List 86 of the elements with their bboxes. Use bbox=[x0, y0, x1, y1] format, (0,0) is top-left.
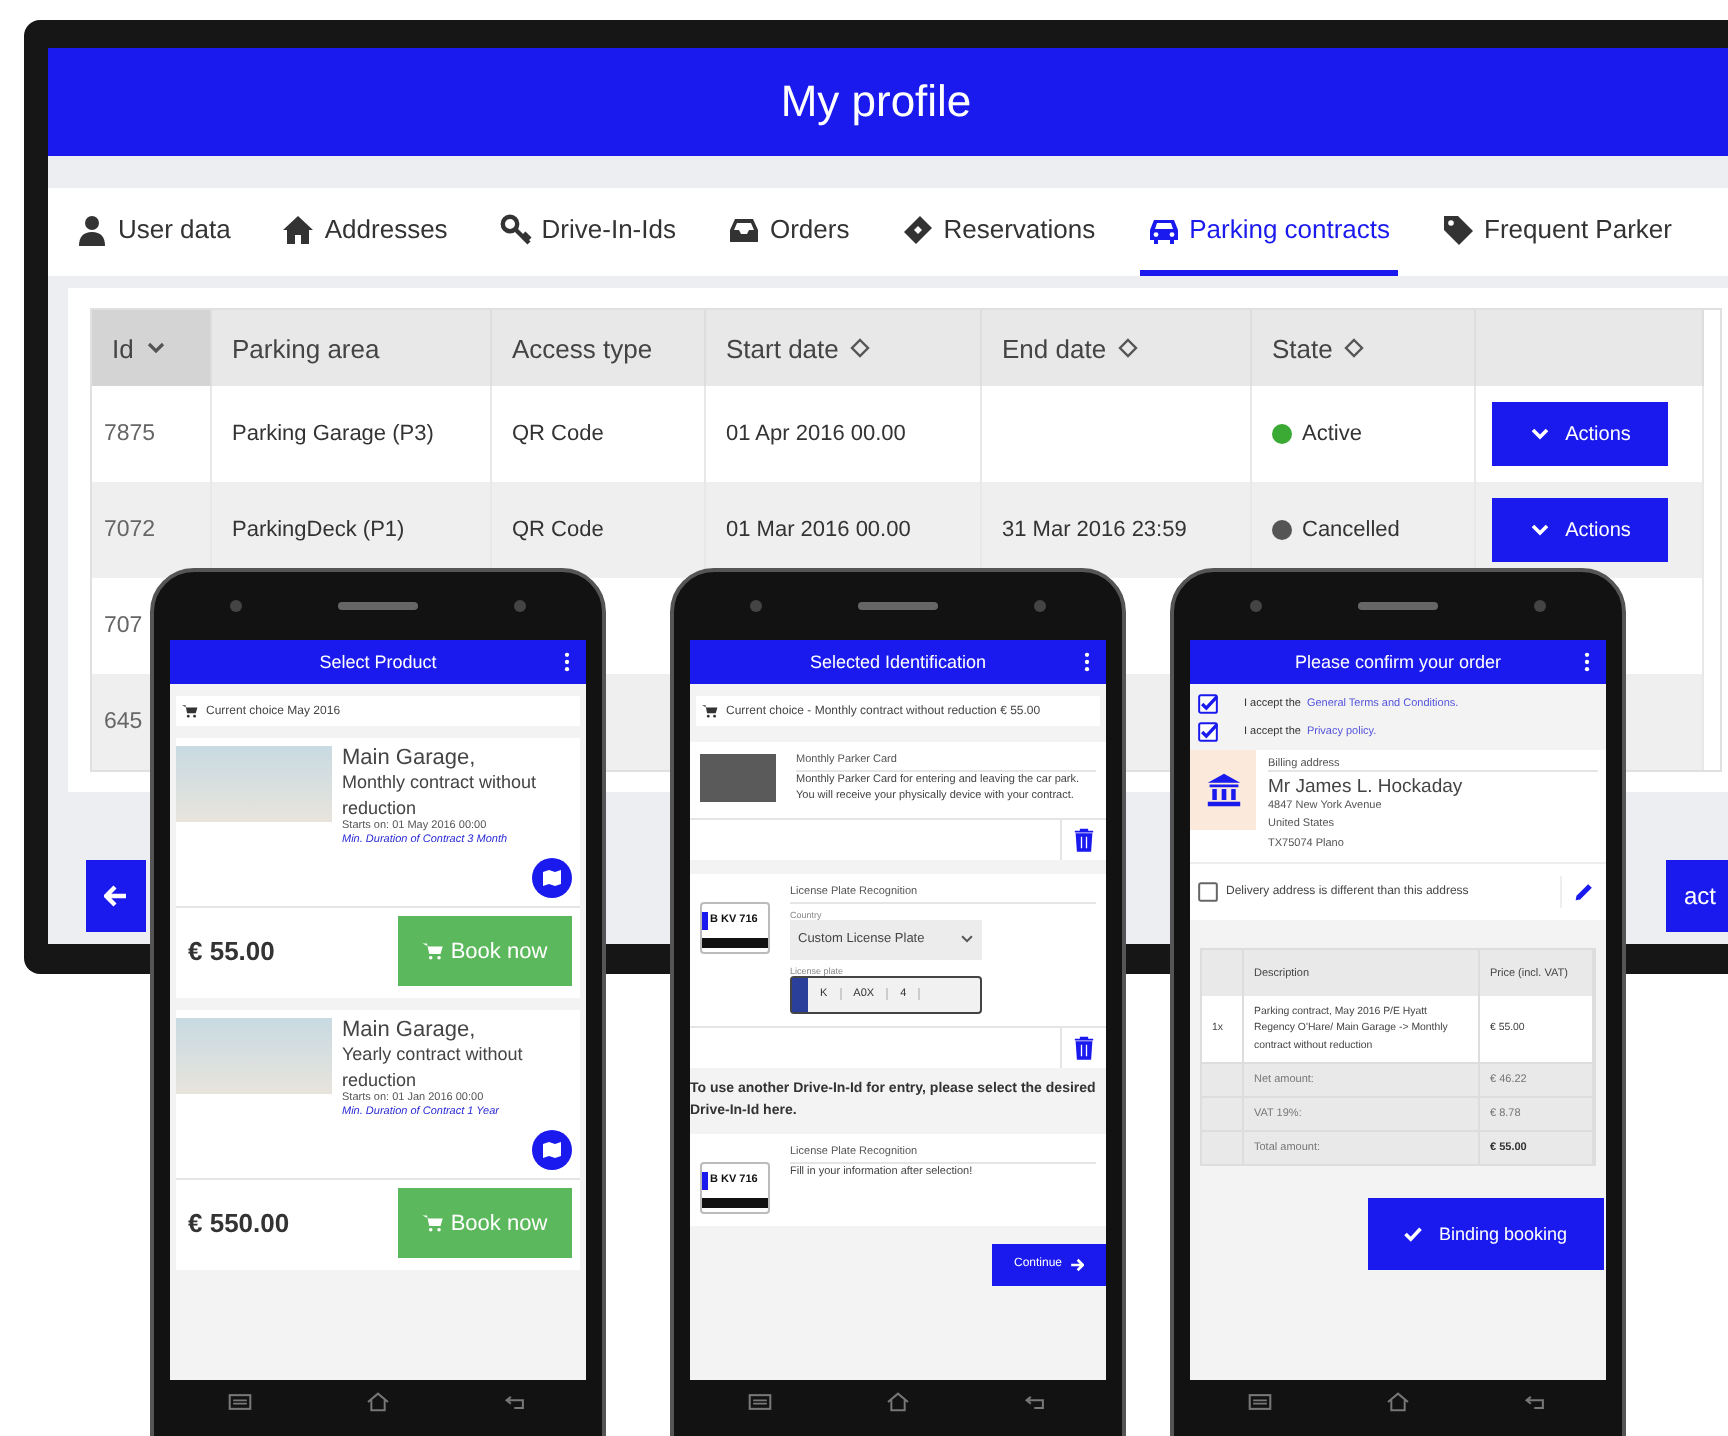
cart-icon bbox=[702, 704, 718, 718]
back-icon[interactable] bbox=[504, 1392, 529, 1412]
tab[interactable]: Reservations bbox=[893, 188, 1104, 276]
page-title: My profile bbox=[780, 76, 972, 128]
product-name: Main Garage, bbox=[342, 1018, 478, 1043]
column-header[interactable]: State bbox=[1252, 310, 1476, 386]
key-icon bbox=[499, 213, 532, 245]
arrow-right-icon bbox=[1070, 1257, 1085, 1272]
back-icon[interactable] bbox=[1024, 1392, 1049, 1412]
checked-checkbox[interactable] bbox=[1198, 722, 1218, 742]
tab[interactable]: User data bbox=[68, 188, 239, 276]
column-label: Id bbox=[112, 333, 134, 363]
tab[interactable]: Addresses bbox=[274, 188, 456, 276]
chevron-down-icon bbox=[145, 338, 166, 358]
menu-icon[interactable] bbox=[227, 1392, 252, 1412]
home-icon[interactable] bbox=[365, 1392, 390, 1412]
chevron-down-icon bbox=[960, 932, 974, 946]
home-icon[interactable] bbox=[885, 1392, 910, 1412]
camera-icon bbox=[514, 600, 526, 612]
sort-icon bbox=[1118, 338, 1139, 358]
table-cell: QR Code bbox=[492, 482, 706, 578]
screen-title: Please confirm your order bbox=[1294, 652, 1502, 672]
ticket-icon bbox=[901, 213, 934, 245]
binding-booking-button[interactable]: Binding booking bbox=[1368, 1197, 1604, 1270]
speaker-icon bbox=[858, 602, 938, 610]
more-options-icon[interactable] bbox=[1584, 652, 1590, 672]
screen-title: Select Product bbox=[319, 652, 437, 672]
column-header[interactable]: Start date bbox=[706, 310, 982, 386]
menu-icon[interactable] bbox=[747, 1392, 772, 1412]
status-text: Active bbox=[1302, 422, 1362, 446]
actions-button[interactable]: Actions bbox=[1492, 498, 1668, 562]
photo-placeholder bbox=[700, 754, 776, 802]
speaker-icon bbox=[338, 602, 418, 610]
product-description: Yearly contract without reduction bbox=[342, 1042, 525, 1092]
chevron-down-icon bbox=[1529, 424, 1550, 444]
billing-name: Mr James L. Hockaday bbox=[1268, 776, 1465, 798]
sort-icon bbox=[850, 338, 871, 358]
tag-icon bbox=[1442, 213, 1475, 245]
column-label: End date bbox=[1002, 333, 1107, 363]
map-icon[interactable] bbox=[532, 858, 572, 899]
column-label: State bbox=[1272, 333, 1333, 363]
cart-icon bbox=[422, 942, 445, 961]
speaker-icon bbox=[1358, 602, 1438, 610]
tab[interactable]: Orders bbox=[719, 188, 858, 276]
camera-icon bbox=[1534, 600, 1546, 612]
tab[interactable]: Frequent Parker bbox=[1434, 188, 1680, 276]
next-button[interactable]: act bbox=[1666, 860, 1728, 932]
user-icon bbox=[76, 213, 108, 245]
back-button[interactable] bbox=[86, 860, 146, 932]
cart-icon bbox=[422, 1214, 445, 1233]
chevron-down-icon bbox=[1529, 520, 1550, 540]
camera-icon bbox=[750, 600, 762, 612]
column-header[interactable]: Id bbox=[92, 310, 212, 386]
camera-icon bbox=[230, 600, 242, 612]
column-label: Access type bbox=[512, 333, 653, 363]
actions-button[interactable]: Actions bbox=[1492, 402, 1668, 466]
tab[interactable]: Drive-In-Ids bbox=[491, 188, 684, 276]
table-cell: 31 Mar 2016 23:59 bbox=[982, 482, 1252, 578]
map-icon[interactable] bbox=[532, 1130, 572, 1171]
home-icon[interactable] bbox=[1385, 1392, 1410, 1412]
tray-icon bbox=[727, 213, 760, 245]
price-text: € 550.00 bbox=[188, 1208, 290, 1239]
price-text: € 55.00 bbox=[188, 936, 275, 967]
checkmark-icon bbox=[1404, 1225, 1423, 1242]
sort-icon bbox=[1344, 338, 1365, 358]
arrow-left-icon bbox=[104, 884, 128, 908]
more-options-icon[interactable] bbox=[564, 652, 570, 672]
column-label: Start date bbox=[726, 333, 839, 363]
screen-title: Selected Identification bbox=[809, 652, 987, 672]
menu-icon[interactable] bbox=[1247, 1392, 1272, 1412]
checkbox[interactable] bbox=[1198, 882, 1218, 903]
product-description: Monthly contract without reduction bbox=[342, 770, 539, 820]
column-label: Parking area bbox=[232, 333, 380, 363]
camera-icon bbox=[1250, 600, 1262, 612]
product-name: Main Garage, bbox=[342, 746, 478, 770]
back-icon[interactable] bbox=[1524, 1392, 1549, 1412]
more-options-icon[interactable] bbox=[1084, 652, 1090, 672]
camera-icon bbox=[1034, 600, 1046, 612]
status-text: Cancelled bbox=[1302, 518, 1400, 542]
tab[interactable]: Parking contracts bbox=[1139, 188, 1399, 276]
cart-icon bbox=[182, 704, 198, 718]
home-icon bbox=[282, 213, 315, 245]
table-cell: 7072 bbox=[92, 482, 212, 578]
bank-icon bbox=[1203, 772, 1243, 808]
column-header[interactable]: End date bbox=[982, 310, 1252, 386]
checked-checkbox[interactable] bbox=[1198, 694, 1218, 714]
